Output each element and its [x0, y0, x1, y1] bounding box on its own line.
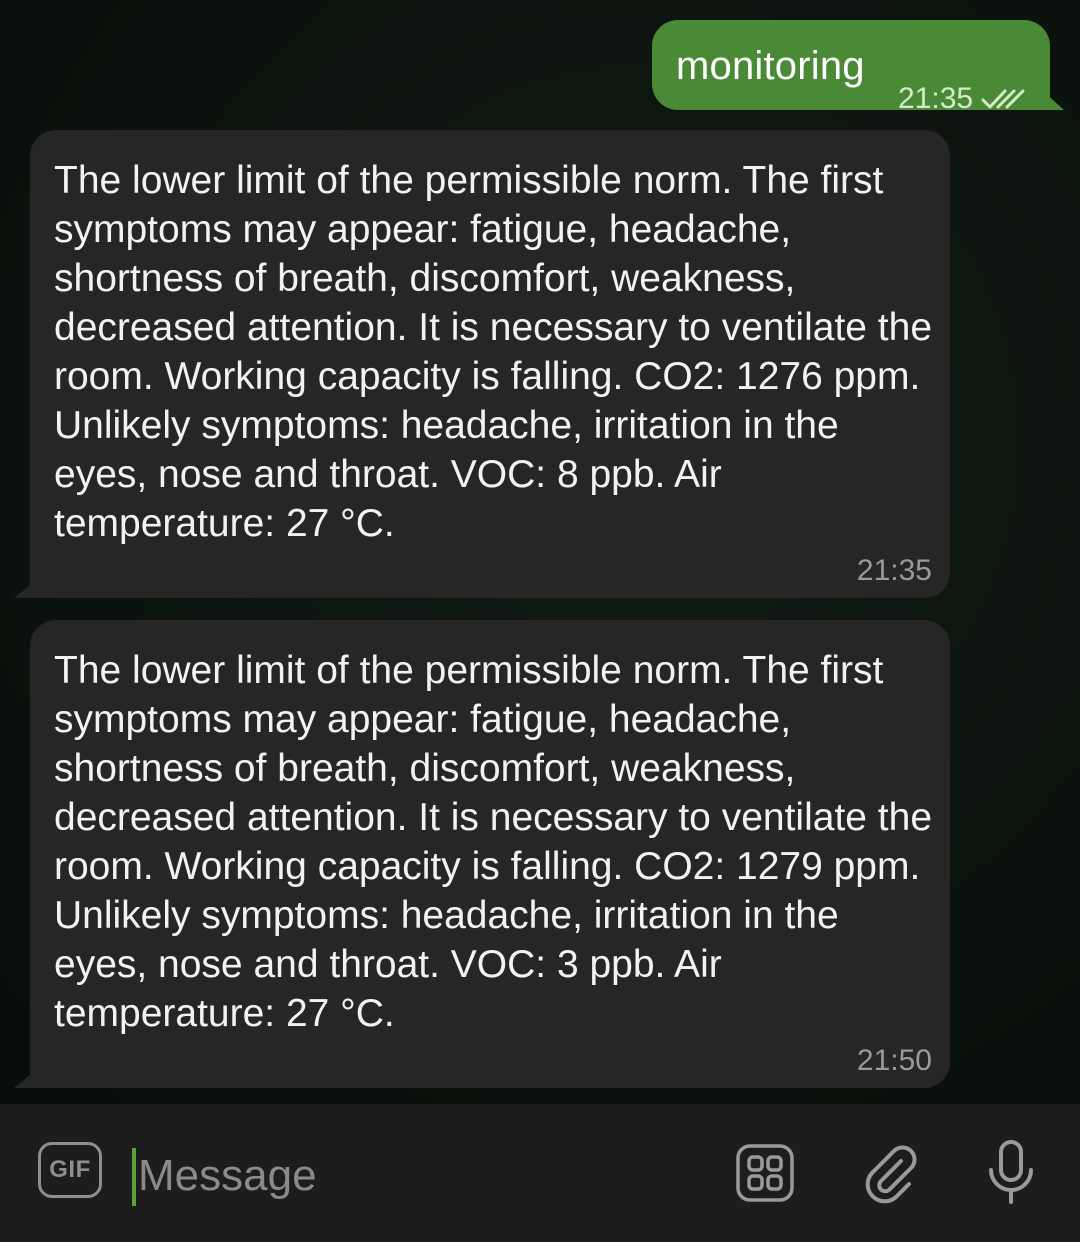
message-text: The lower limit of the permissible norm.… [54, 649, 933, 1035]
message-meta: 21:35 [898, 82, 1027, 116]
message-time: 21:50 [856, 1044, 932, 1077]
message-time: 21:35 [856, 554, 932, 587]
microphone-icon[interactable] [976, 1138, 1046, 1208]
message-incoming[interactable]: The lower limit of the permissible norm.… [14, 620, 950, 1088]
bubble-tail [14, 1070, 36, 1088]
apps-grid-icon[interactable] [730, 1138, 800, 1208]
gif-icon[interactable]: GIF [38, 1142, 102, 1198]
message-input[interactable] [138, 1144, 698, 1208]
chat-area[interactable]: monitoring 21:35 The lower limit of the … [0, 0, 1080, 1104]
message-time: 21:35 [898, 82, 974, 115]
message-text: The lower limit of the permissible norm.… [54, 159, 933, 545]
message-text: monitoring [676, 44, 865, 88]
message-outgoing[interactable]: monitoring 21:35 [652, 20, 1064, 115]
double-check-icon [981, 89, 1025, 109]
message-incoming[interactable]: The lower limit of the permissible norm.… [14, 130, 950, 598]
message-input-bar: GIF [0, 1104, 1080, 1242]
bubble-tail [14, 580, 36, 598]
text-cursor [132, 1148, 136, 1206]
gif-label: GIF [49, 1156, 91, 1183]
paperclip-icon[interactable] [856, 1138, 926, 1208]
bubble-tail [1044, 92, 1064, 110]
